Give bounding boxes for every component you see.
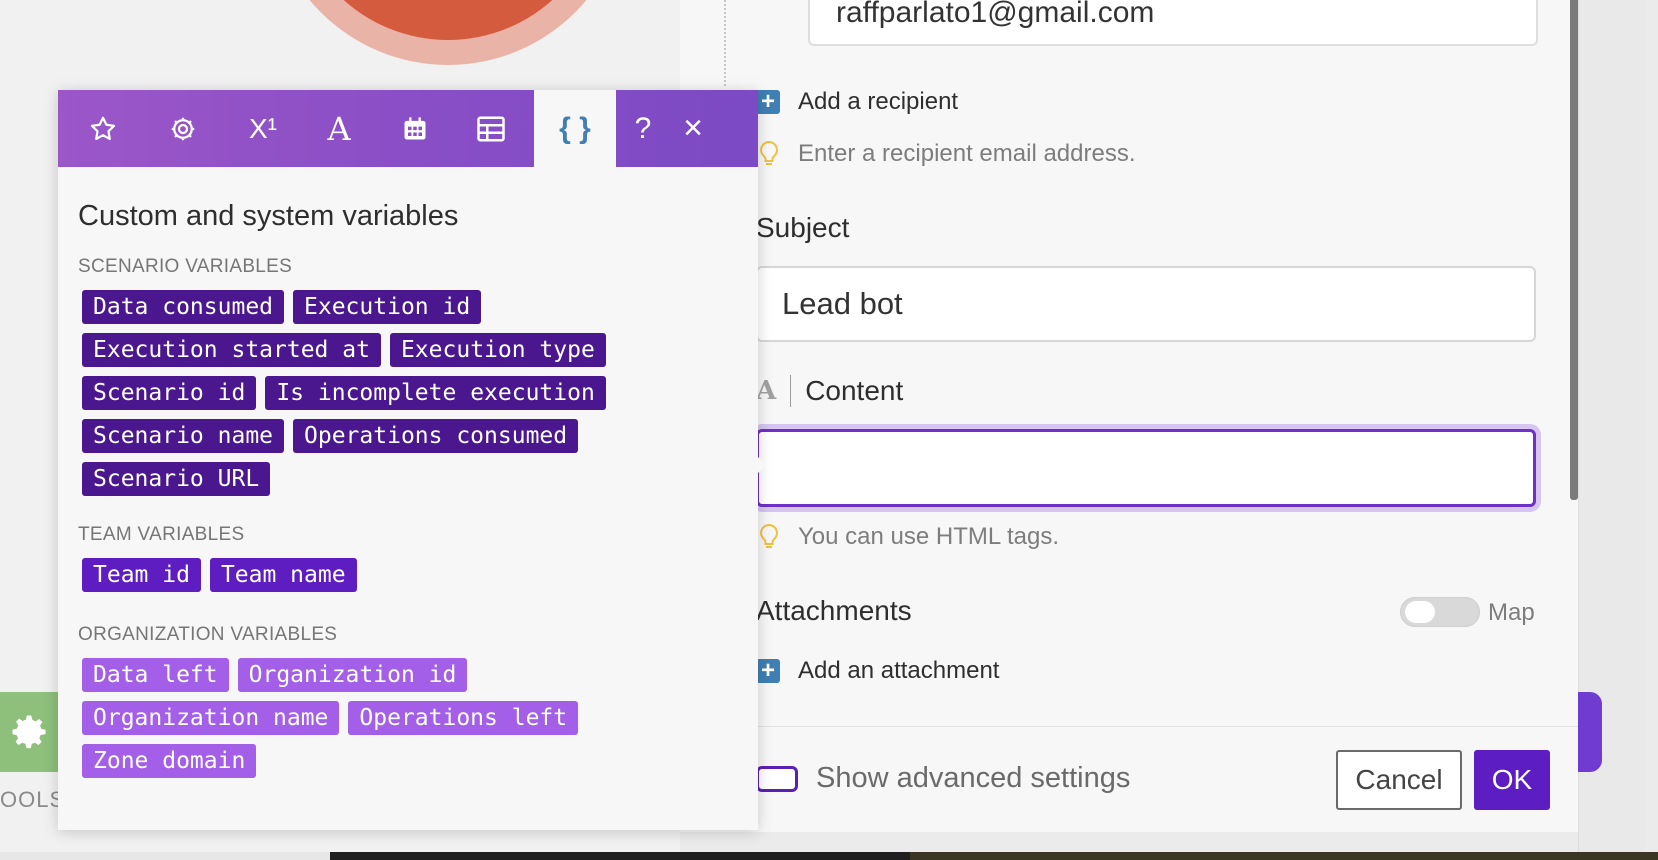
table-icon	[477, 116, 505, 141]
help-icon: ?	[634, 111, 652, 145]
add-recipient-button[interactable]: + Add a recipient	[756, 88, 958, 116]
taskbar-strip	[0, 852, 1658, 860]
tab-date[interactable]	[380, 90, 450, 167]
cancel-button[interactable]: Cancel	[1336, 750, 1462, 810]
variable-tag[interactable]: Data consumed	[82, 290, 285, 324]
organization-variables-label: ORGANIZATION VARIABLES	[78, 624, 338, 645]
content-hint-text: You can use HTML tags.	[798, 523, 1060, 550]
superscript-icon: X¹	[249, 112, 277, 144]
recipient-hint-text: Enter a recipient email address.	[798, 140, 1136, 167]
variable-tag[interactable]: Organization id	[237, 658, 468, 692]
variable-tag[interactable]: Team id	[82, 558, 201, 592]
advanced-settings-checkbox[interactable]	[756, 766, 798, 792]
text-icon: A	[327, 109, 351, 148]
variable-tag[interactable]: Is incomplete execution	[265, 376, 606, 410]
variable-tag[interactable]: Zone domain	[82, 744, 257, 778]
add-attachment-button[interactable]: + Add an attachment	[756, 657, 999, 685]
popup-pointer	[752, 451, 766, 479]
add-recipient-label: Add a recipient	[798, 88, 959, 115]
organization-variables-list: Data left Organization id Organization n…	[82, 658, 602, 778]
variable-tag[interactable]: Execution id	[293, 290, 482, 324]
braces-icon: { }	[559, 111, 591, 145]
variable-tag[interactable]: Data left	[82, 658, 229, 692]
attachments-label: Attachments	[756, 595, 912, 626]
content-label-row: A Content	[756, 375, 903, 407]
plus-icon: +	[756, 659, 780, 683]
close-button[interactable]: ×	[668, 90, 718, 167]
tools-gear-button[interactable]	[0, 692, 58, 772]
help-button[interactable]: ?	[620, 90, 666, 167]
popup-toolbar: X¹ A { } ? ×	[58, 90, 758, 167]
variable-tag[interactable]: Execution started at	[82, 333, 381, 367]
tab-math[interactable]: X¹	[228, 90, 298, 167]
team-variables-label: TEAM VARIABLES	[78, 524, 245, 545]
connector-line	[724, 0, 726, 86]
star-icon	[90, 116, 116, 140]
footer-divider	[756, 726, 1578, 727]
add-attachment-label: Add an attachment	[798, 657, 1000, 684]
content-hint: You can use HTML tags.	[758, 523, 1059, 551]
recipient-hint: Enter a recipient email address.	[758, 140, 1136, 168]
variable-tag[interactable]: Team name	[209, 558, 357, 592]
variable-tag[interactable]: Operations left	[348, 701, 579, 735]
text-format-icon[interactable]: A	[756, 376, 776, 406]
ok-button[interactable]: OK	[1474, 750, 1550, 810]
variable-tag[interactable]: Scenario URL	[82, 462, 271, 496]
tab-variables[interactable]: { }	[534, 90, 616, 167]
plus-icon: +	[756, 90, 780, 114]
tab-text[interactable]: A	[304, 90, 374, 167]
variable-tag[interactable]: Execution type	[389, 333, 606, 367]
lightbulb-icon	[760, 523, 778, 548]
popup-title: Custom and system variables	[78, 200, 459, 232]
content-input[interactable]	[756, 429, 1536, 507]
email-module-dialog	[680, 0, 1578, 832]
gear-icon	[171, 117, 195, 140]
advanced-settings-label[interactable]: Show advanced settings	[816, 762, 1130, 795]
variable-tag[interactable]: Organization name	[82, 701, 340, 735]
variables-popup: X¹ A { } ? × Custom and system variables…	[58, 90, 758, 830]
tab-favorites[interactable]	[68, 90, 138, 167]
run-button-edge[interactable]	[1578, 692, 1602, 772]
label-separator	[790, 375, 792, 407]
scenario-variables-label: SCENARIO VARIABLES	[78, 256, 293, 277]
recipient-email-field[interactable]: raffparlato1@gmail.com	[808, 0, 1538, 46]
team-variables-list: Team id Team name	[82, 558, 702, 592]
variable-tag[interactable]: Scenario name	[82, 419, 285, 453]
gear-icon	[12, 715, 46, 749]
close-icon: ×	[683, 109, 703, 147]
tab-general[interactable]	[148, 90, 218, 167]
variable-tag[interactable]: Scenario id	[82, 376, 257, 410]
subject-input[interactable]: Lead bot	[756, 266, 1536, 342]
content-label: Content	[805, 375, 904, 406]
subject-label: Subject	[756, 212, 850, 243]
map-toggle[interactable]	[1400, 597, 1480, 627]
variable-tag[interactable]: Operations consumed	[293, 419, 579, 453]
tab-array[interactable]	[456, 90, 526, 167]
map-label: Map	[1488, 599, 1535, 626]
calendar-icon	[404, 116, 426, 139]
tools-label: OOLS	[0, 787, 66, 812]
toggle-knob	[1405, 601, 1435, 623]
dialog-scrollbar[interactable]	[1570, 0, 1578, 500]
lightbulb-icon	[760, 140, 778, 165]
scenario-variables-list: Data consumed Execution id Execution sta…	[82, 290, 642, 496]
